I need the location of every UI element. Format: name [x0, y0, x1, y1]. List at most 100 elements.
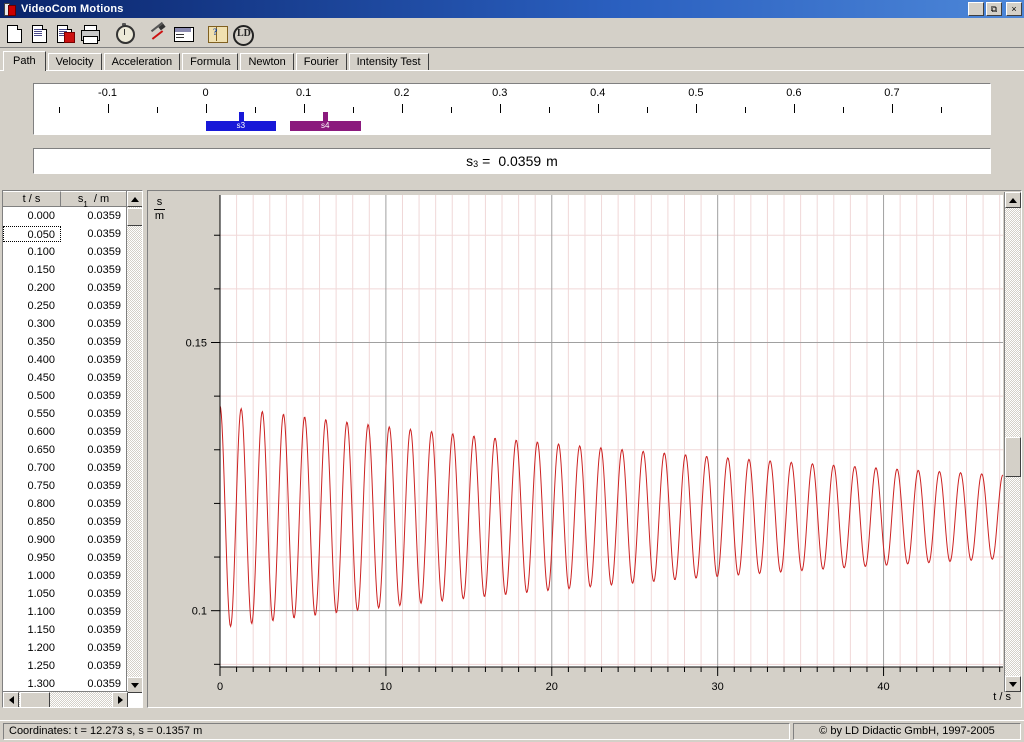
tab-acceleration[interactable]: Acceleration [103, 53, 181, 70]
table-vertical-scrollbar[interactable] [126, 191, 142, 693]
cell-path[interactable]: 0.0359 [61, 586, 127, 602]
cell-time[interactable]: 0.150 [3, 262, 61, 278]
cell-path[interactable]: 0.0359 [61, 316, 127, 332]
table-scroll-down-button[interactable] [127, 677, 142, 693]
table-row[interactable]: 0.350 0.0359 [3, 333, 142, 351]
cell-time[interactable]: 0.950 [3, 550, 61, 566]
cell-time[interactable]: 1.200 [3, 640, 61, 656]
table-row[interactable]: 0.650 0.0359 [3, 441, 142, 459]
table-row[interactable]: 0.050 0.0359 [3, 225, 142, 243]
cell-path[interactable]: 0.0359 [61, 568, 127, 584]
tab-newton[interactable]: Newton [240, 53, 294, 70]
table-scroll-thumb[interactable] [127, 208, 142, 226]
cell-time[interactable]: 0.550 [3, 406, 61, 422]
table-scroll-up-button[interactable] [127, 191, 142, 207]
chart-vertical-scrollbar[interactable] [1004, 192, 1021, 692]
open-file-button[interactable] [27, 20, 51, 45]
path-chart[interactable]: s m 0.1 0.15 0 10 20 30 40 t / s [147, 190, 1022, 708]
cell-path[interactable]: 0.0359 [61, 550, 127, 566]
help-button[interactable]: ? [204, 20, 228, 45]
cell-path[interactable]: 0.0359 [61, 280, 127, 296]
cell-time[interactable]: 0.850 [3, 514, 61, 530]
table-row[interactable]: 0.400 0.0359 [3, 351, 142, 369]
table-row[interactable]: 0.600 0.0359 [3, 423, 142, 441]
cell-path[interactable]: 0.0359 [61, 442, 127, 458]
cell-path[interactable]: 0.0359 [61, 478, 127, 494]
chart-scroll-thumb[interactable] [1005, 437, 1021, 477]
table-row[interactable]: 0.900 0.0359 [3, 531, 142, 549]
cell-path[interactable]: 0.0359 [61, 334, 127, 350]
tab-velocity[interactable]: Velocity [47, 53, 102, 70]
table-row[interactable]: 0.450 0.0359 [3, 369, 142, 387]
cell-time[interactable]: 0.200 [3, 280, 61, 296]
minimize-button[interactable]: _ [968, 2, 984, 16]
cell-path[interactable]: 0.0359 [61, 262, 127, 278]
table-row[interactable]: 0.150 0.0359 [3, 261, 142, 279]
tab-intensity-test[interactable]: Intensity Test [348, 53, 429, 70]
data-table[interactable]: t / s s1 / m 0.000 0.0359 0.050 0.0359 0.100… [2, 190, 143, 708]
marker-s4[interactable]: s4 [289, 112, 361, 131]
restore-button[interactable]: ⧉ [986, 2, 1002, 16]
cell-path[interactable]: 0.0359 [61, 460, 127, 476]
cell-time[interactable]: 0.450 [3, 370, 61, 386]
cell-path[interactable]: 0.0359 [61, 658, 127, 674]
table-row[interactable]: 0.300 0.0359 [3, 315, 142, 333]
display-button[interactable] [170, 20, 194, 45]
table-row[interactable]: 0.000 0.0359 [3, 207, 142, 225]
cell-path[interactable]: 0.0359 [61, 514, 127, 530]
cell-time[interactable]: 0.350 [3, 334, 61, 350]
table-row[interactable]: 1.250 0.0359 [3, 657, 142, 675]
cell-time[interactable]: 1.000 [3, 568, 61, 584]
cell-time[interactable]: 1.150 [3, 622, 61, 638]
table-row[interactable]: 1.050 0.0359 [3, 585, 142, 603]
table-row[interactable]: 0.800 0.0359 [3, 495, 142, 513]
cell-time[interactable]: 1.050 [3, 586, 61, 602]
cell-path[interactable]: 0.0359 [61, 676, 127, 692]
tab-formula[interactable]: Formula [182, 53, 239, 70]
cell-time[interactable]: 0.700 [3, 460, 61, 476]
cell-path[interactable]: 0.0359 [61, 406, 127, 422]
table-row[interactable]: 0.200 0.0359 [3, 279, 142, 297]
table-row[interactable]: 0.100 0.0359 [3, 243, 142, 261]
cell-path[interactable]: 0.0359 [61, 604, 127, 620]
chart-canvas[interactable]: 0.1 0.15 0 10 20 30 40 [148, 191, 1021, 707]
cell-path[interactable]: 0.0359 [61, 388, 127, 404]
table-row[interactable]: 0.750 0.0359 [3, 477, 142, 495]
cell-path[interactable]: 0.0359 [61, 226, 127, 242]
table-horizontal-scrollbar[interactable] [3, 691, 128, 707]
about-button[interactable]: LD [229, 20, 254, 46]
table-row[interactable]: 0.550 0.0359 [3, 405, 142, 423]
cell-time[interactable]: 1.250 [3, 658, 61, 674]
cell-path[interactable]: 0.0359 [61, 496, 127, 512]
cell-path[interactable]: 0.0359 [61, 244, 127, 260]
table-row[interactable]: 1.000 0.0359 [3, 567, 142, 585]
print-button[interactable] [77, 20, 101, 45]
column-header-time[interactable]: t / s [3, 191, 61, 207]
cell-time[interactable]: 0.900 [3, 532, 61, 548]
table-row[interactable]: 1.200 0.0359 [3, 639, 142, 657]
cell-path[interactable]: 0.0359 [61, 622, 127, 638]
table-row[interactable]: 0.700 0.0359 [3, 459, 142, 477]
cell-path[interactable]: 0.0359 [61, 352, 127, 368]
table-row[interactable]: 0.500 0.0359 [3, 387, 142, 405]
cell-time[interactable]: 0.300 [3, 316, 61, 332]
timer-button[interactable] [111, 20, 135, 45]
save-file-button[interactable] [52, 20, 76, 45]
cell-time[interactable]: 1.300 [3, 676, 61, 692]
cell-path[interactable]: 0.0359 [61, 424, 127, 440]
table-row[interactable]: 0.850 0.0359 [3, 513, 142, 531]
cell-time[interactable]: 0.650 [3, 442, 61, 458]
cell-path[interactable]: 0.0359 [61, 208, 127, 224]
cell-path[interactable]: 0.0359 [61, 370, 127, 386]
cell-time[interactable]: 0.800 [3, 496, 61, 512]
cell-time[interactable]: 0.600 [3, 424, 61, 440]
cell-time[interactable]: 0.750 [3, 478, 61, 494]
marker-s3[interactable]: s3 [205, 112, 277, 131]
chart-scroll-down-button[interactable] [1005, 676, 1021, 692]
tab-path[interactable]: Path [3, 51, 46, 71]
settings-button[interactable] [145, 20, 169, 45]
cell-path[interactable]: 0.0359 [61, 640, 127, 656]
cell-time[interactable]: 0.500 [3, 388, 61, 404]
table-hscroll-thumb[interactable] [20, 692, 50, 707]
table-row[interactable]: 1.100 0.0359 [3, 603, 142, 621]
